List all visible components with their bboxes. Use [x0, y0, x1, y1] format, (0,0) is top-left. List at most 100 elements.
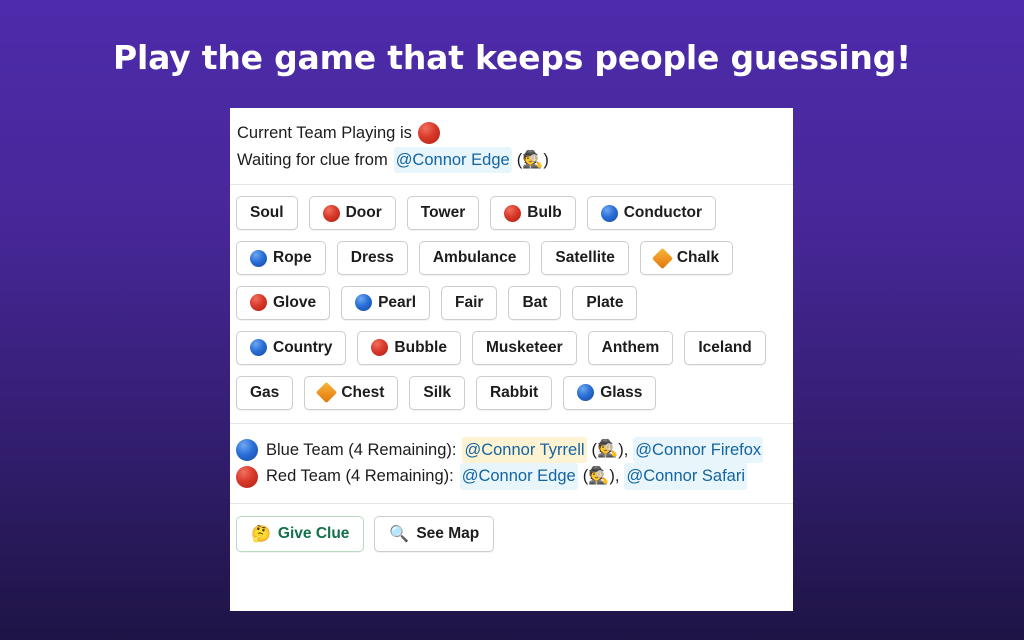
- word-chip-label: Satellite: [555, 249, 615, 267]
- word-chip[interactable]: Country: [236, 330, 347, 365]
- word-chip-label: Glove: [273, 294, 317, 312]
- current-team-line: Current Team Playing is: [236, 120, 787, 147]
- waiting-for-clue-label: Waiting for clue from: [237, 150, 388, 169]
- red-circle-icon: [371, 339, 389, 357]
- word-chip[interactable]: Ambulance: [418, 241, 531, 276]
- word-chip-label: Conductor: [623, 204, 703, 222]
- word-chip-label: Country: [273, 338, 333, 356]
- see-map-button[interactable]: 🔍 See Map: [374, 515, 495, 552]
- word-chip-label: Bulb: [527, 204, 562, 222]
- word-chip[interactable]: Musketeer: [471, 330, 577, 365]
- red-team-separator: ,: [614, 467, 620, 486]
- word-grid-row: Rope Dress Ambulance Satellite Chalk: [236, 241, 787, 276]
- word-grid-row: Gas Chest Silk Rabbit Glass: [236, 375, 787, 410]
- close-paren: ): [543, 150, 549, 169]
- blue-team-separator: ,: [623, 440, 629, 459]
- word-chip[interactable]: Chalk: [639, 241, 734, 276]
- mention-red-spymaster[interactable]: @Connor Edge: [459, 463, 578, 490]
- blue-team-label: Blue Team (4 Remaining):: [266, 440, 457, 459]
- red-circle-icon: [236, 465, 258, 488]
- word-chip[interactable]: Silk: [409, 375, 465, 410]
- action-footer: 🤔 Give Clue 🔍 See Map: [230, 504, 793, 564]
- word-chip[interactable]: Iceland: [684, 330, 766, 365]
- mention-blue-spymaster[interactable]: @Connor Tyrrell: [462, 436, 587, 464]
- word-chip-label: Soul: [250, 204, 284, 222]
- word-chip-label: Fair: [455, 294, 484, 312]
- magnifying-glass-icon: 🔍: [389, 523, 410, 543]
- detective-emoji: 🕵️: [522, 149, 544, 170]
- red-circle-icon: [504, 204, 522, 222]
- word-chip-label: Dress: [350, 249, 394, 267]
- waiting-for-clue-line: Waiting for clue from @Connor Edge ( 🕵️ …: [236, 146, 787, 174]
- word-chip[interactable]: Rope: [236, 241, 326, 276]
- red-circle-icon: [250, 294, 267, 312]
- teams-section: Blue Team (4 Remaining): @Connor Tyrrell…: [230, 424, 793, 504]
- word-grid-row: Glove Pearl Fair Bat Plate: [236, 286, 787, 320]
- word-chip[interactable]: Door: [308, 196, 396, 231]
- word-chip[interactable]: Glass: [563, 375, 657, 410]
- status-section: Current Team Playing is Waiting for clue…: [230, 108, 793, 186]
- current-team-label: Current Team Playing is: [237, 124, 412, 142]
- blue-circle-icon: [577, 384, 595, 402]
- page-title: Play the game that keeps people guessing…: [113, 38, 911, 77]
- word-chip[interactable]: Pearl: [341, 286, 430, 320]
- word-grid-row: Country Bubble Musketeer Anthem Iceland: [236, 330, 787, 365]
- word-chip-label: Anthem: [601, 338, 660, 356]
- word-chip-label: Gas: [250, 383, 280, 401]
- word-chip[interactable]: Soul: [236, 196, 298, 231]
- word-chip[interactable]: Gas: [236, 375, 294, 410]
- word-chip-label: Door: [345, 204, 382, 222]
- red-circle-icon: [322, 204, 340, 222]
- give-clue-label: Give Clue: [277, 524, 350, 542]
- word-chip[interactable]: Dress: [336, 241, 408, 276]
- word-chip[interactable]: Tower: [406, 196, 480, 231]
- word-chip[interactable]: Plate: [572, 286, 638, 320]
- give-clue-button[interactable]: 🤔 Give Clue: [236, 515, 365, 552]
- mention-red-operative[interactable]: @Connor Safari: [624, 463, 748, 490]
- see-map-label: See Map: [416, 524, 480, 542]
- word-chip[interactable]: Bat: [508, 286, 562, 320]
- blue-circle-icon: [250, 339, 267, 357]
- word-chip-label: Rope: [273, 249, 312, 267]
- thinking-face-emoji: 🤔: [251, 523, 271, 543]
- word-grid: Soul Door Tower Bulb Conductor Rope Dress Ambul…: [230, 185, 793, 424]
- word-chip-label: Chalk: [676, 249, 720, 267]
- detective-emoji: 🕵️: [597, 439, 619, 460]
- detective-emoji: 🕵️: [588, 466, 610, 487]
- word-chip-label: Rabbit: [489, 383, 539, 401]
- blue-circle-icon: [355, 294, 373, 312]
- word-chip-label: Bubble: [394, 338, 447, 356]
- word-chip-label: Tower: [420, 204, 466, 222]
- blue-team-row: Blue Team (4 Remaining): @Connor Tyrrell…: [236, 436, 787, 464]
- red-team-row: Red Team (4 Remaining): @Connor Edge ( 🕵…: [236, 463, 787, 490]
- word-grid-row: Soul Door Tower Bulb Conductor: [236, 196, 787, 231]
- word-chip-label: Musketeer: [485, 338, 563, 356]
- game-card: Current Team Playing is Waiting for clue…: [230, 108, 793, 611]
- word-chip[interactable]: Anthem: [587, 330, 674, 365]
- slide: Play the game that keeps people guessing…: [0, 0, 1024, 640]
- red-circle-icon: [417, 122, 440, 145]
- word-chip[interactable]: Conductor: [586, 196, 717, 231]
- word-chip[interactable]: Rabbit: [475, 375, 553, 410]
- word-chip[interactable]: Satellite: [541, 241, 629, 276]
- word-chip[interactable]: Fair: [441, 286, 498, 320]
- mention-blue-operative[interactable]: @Connor Firefox: [633, 436, 764, 464]
- blue-circle-icon: [250, 249, 267, 267]
- word-chip-label: Silk: [423, 383, 451, 401]
- mention-current-spymaster[interactable]: @Connor Edge: [393, 146, 512, 174]
- orange-diamond-icon: [316, 381, 338, 404]
- blue-circle-icon: [236, 438, 258, 461]
- orange-diamond-icon: [651, 247, 673, 269]
- word-chip-label: Pearl: [378, 294, 416, 312]
- word-chip-label: Chest: [341, 383, 385, 401]
- word-chip-label: Ambulance: [432, 249, 517, 267]
- word-chip-label: Bat: [522, 294, 548, 312]
- word-chip[interactable]: Bubble: [357, 330, 461, 365]
- red-team-label: Red Team (4 Remaining):: [266, 467, 454, 486]
- word-chip-label: Plate: [586, 294, 624, 312]
- word-chip[interactable]: Chest: [304, 375, 399, 410]
- word-chip[interactable]: Bulb: [490, 196, 576, 231]
- word-chip[interactable]: Glove: [236, 286, 331, 320]
- blue-circle-icon: [600, 204, 618, 222]
- word-chip-label: Iceland: [698, 338, 752, 356]
